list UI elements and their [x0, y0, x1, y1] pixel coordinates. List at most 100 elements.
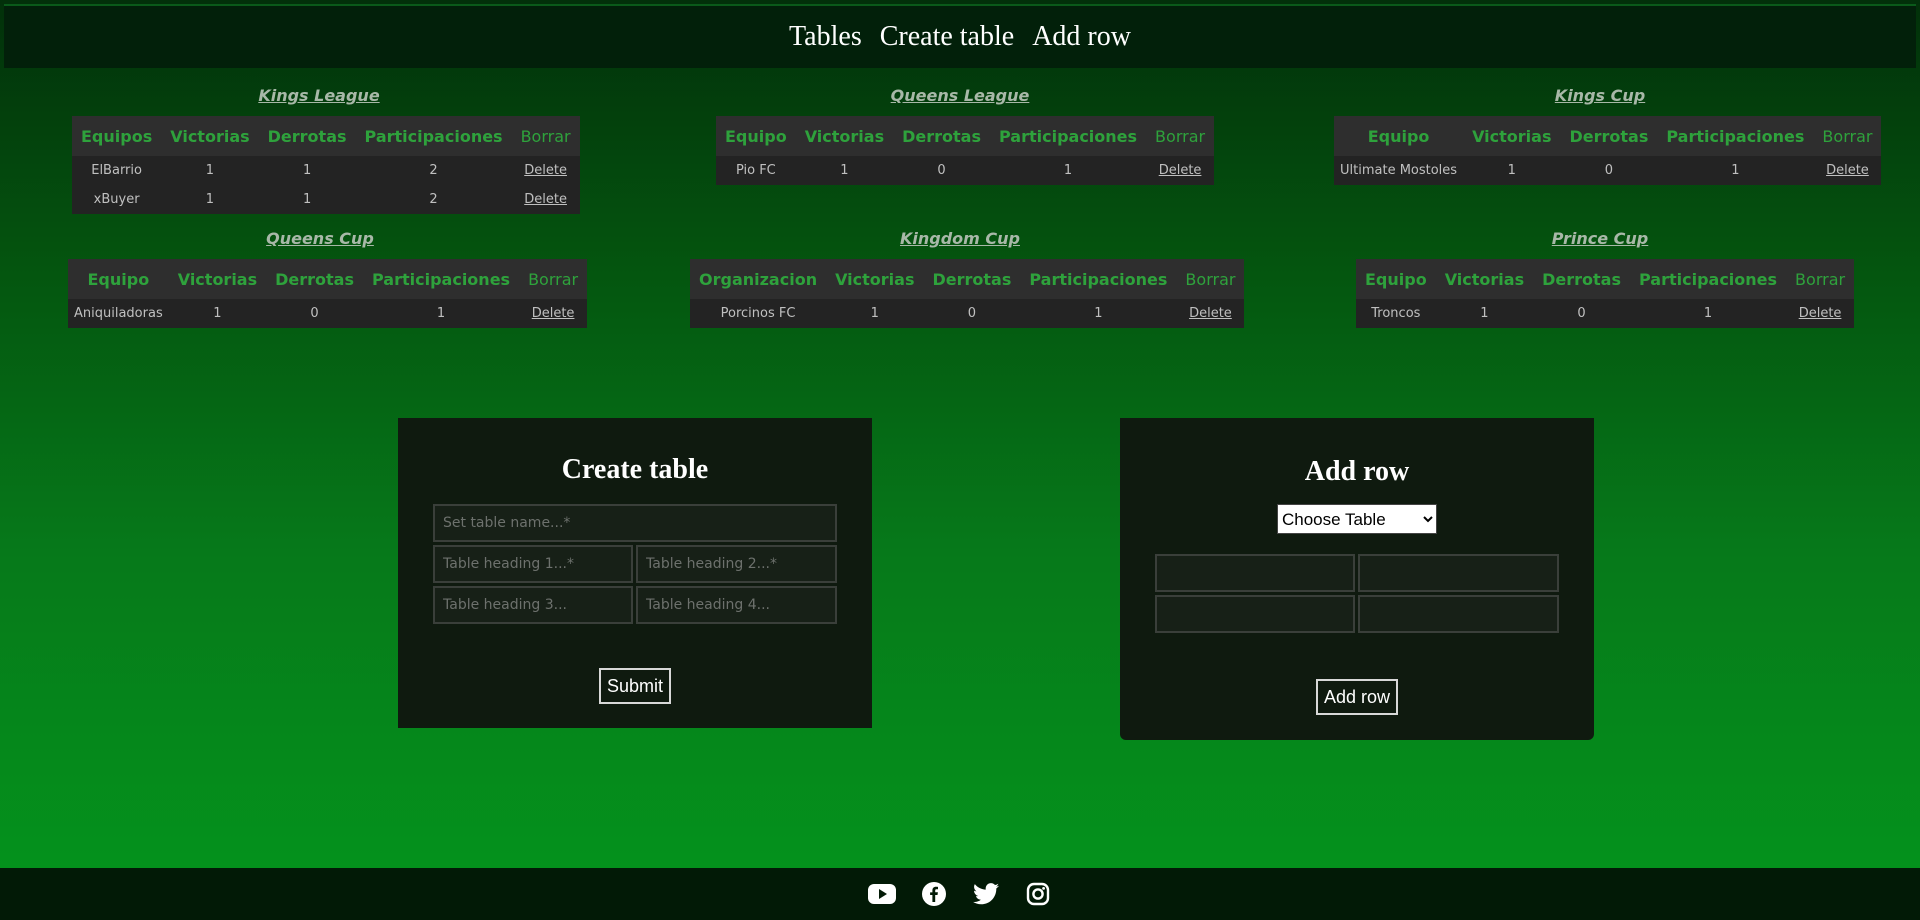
table-block-queens-league: Queens League Equipo Victorias Derrotas Part… — [716, 86, 1215, 185]
table-cell: xBuyer — [72, 185, 162, 214]
add-row-button[interactable]: Add row — [1315, 679, 1399, 715]
footer — [0, 868, 1920, 920]
row-cell-4-input[interactable] — [1358, 595, 1559, 633]
row-cell-2-input[interactable] — [1358, 554, 1559, 592]
column-header: Equipo — [1334, 116, 1464, 156]
column-header: Borrar — [1146, 116, 1215, 156]
table-row: Aniquiladoras 1 0 1 Delete — [68, 299, 588, 328]
column-header: Equipo — [1356, 259, 1436, 299]
delete-link[interactable]: Delete — [532, 306, 575, 321]
table-block-queens-cup: Queens Cup Equipo Victorias Derrotas Partici… — [68, 229, 588, 328]
queens-cup-table: Equipo Victorias Derrotas Participaciones Bo… — [68, 259, 588, 328]
column-header: Participaciones — [1020, 259, 1177, 299]
kingdom-cup-table: Organizacion Victorias Derrotas Participaci… — [690, 259, 1245, 328]
delete-link[interactable]: Delete — [1159, 163, 1202, 178]
table-cell: 2 — [355, 156, 512, 185]
table-heading-4-input[interactable] — [636, 586, 837, 624]
table-cell: 1 — [168, 299, 267, 328]
table-cell: 1 — [363, 299, 520, 328]
table-cell: Troncos — [1356, 299, 1436, 328]
table-cell: 1 — [1435, 299, 1534, 328]
column-header: Equipos — [72, 116, 162, 156]
table-row: Pio FC 1 0 1 Delete — [716, 156, 1215, 185]
kings-cup-table: Equipo Victorias Derrotas Participaciones Bo… — [1334, 116, 1882, 185]
column-header: Borrar — [511, 116, 580, 156]
twitter-icon[interactable] — [972, 880, 1000, 908]
delete-link[interactable]: Delete — [1799, 306, 1842, 321]
table-cell: 0 — [893, 156, 990, 185]
delete-cell: Delete — [519, 299, 588, 328]
table-cell: 1 — [161, 156, 259, 185]
youtube-icon[interactable] — [868, 880, 896, 908]
instagram-icon[interactable] — [1024, 880, 1052, 908]
delete-cell: Delete — [1176, 299, 1245, 328]
table-heading-3-input[interactable] — [433, 586, 633, 624]
nav-add-row-link[interactable]: Add row — [1032, 21, 1131, 53]
create-table-heading: Create table — [561, 454, 709, 485]
delete-cell: Delete — [511, 156, 580, 185]
table-row: ElBarrio 1 1 2 Delete — [72, 156, 580, 185]
column-header: Borrar — [1813, 116, 1882, 156]
kings-league-table: Equipos Victorias Derrotas Participaciones B… — [72, 116, 580, 214]
table-cell: Aniquiladoras — [68, 299, 169, 328]
table-cell: 1 — [1463, 156, 1561, 185]
column-header: Victorias — [1463, 116, 1561, 156]
column-header: Borrar — [1786, 259, 1855, 299]
facebook-icon[interactable] — [920, 880, 948, 908]
column-header: Victorias — [826, 259, 924, 299]
table-row: Porcinos FC 1 0 1 Delete — [690, 299, 1245, 328]
table-cell: Ultimate Mostoles — [1334, 156, 1464, 185]
column-header: Participaciones — [355, 116, 512, 156]
choose-table-select[interactable]: Choose Table — [1277, 504, 1437, 534]
queens-cup-title[interactable]: Queens Cup — [68, 229, 572, 249]
table-cell: 0 — [923, 299, 1021, 328]
delete-cell: Delete — [1786, 299, 1855, 328]
prince-cup-title[interactable]: Prince Cup — [1356, 229, 1844, 249]
add-row-heading: Add row — [1304, 456, 1410, 487]
submit-button[interactable]: Submit — [598, 668, 672, 704]
column-header: Victorias — [795, 116, 894, 156]
table-block-kings-league: Kings League Equipos Victorias Derrotas Part… — [72, 86, 580, 214]
kings-cup-title[interactable]: Kings Cup — [1334, 86, 1866, 106]
table-cell: 2 — [355, 185, 512, 214]
queens-league-title[interactable]: Queens League — [716, 86, 1204, 106]
table-cell: 0 — [266, 299, 363, 328]
column-header: Equipo — [68, 259, 169, 299]
kings-league-title[interactable]: Kings League — [72, 86, 566, 106]
table-cell: 1 — [1657, 156, 1814, 185]
table-heading-2-input[interactable] — [636, 545, 837, 583]
add-row-panel: Add row Choose Table Add row — [1120, 418, 1594, 740]
delete-link[interactable]: Delete — [1189, 306, 1232, 321]
delete-link[interactable]: Delete — [524, 192, 567, 207]
kingdom-cup-title[interactable]: Kingdom Cup — [690, 229, 1230, 249]
delete-link[interactable]: Delete — [1826, 163, 1869, 178]
table-header-row: Equipos Victorias Derrotas Participaciones B… — [72, 116, 580, 156]
table-block-kingdom-cup: Kingdom Cup Organizacion Victorias Derrotas… — [690, 229, 1245, 328]
table-block-kings-cup: Kings Cup Equipo Victorias Derrotas Particip… — [1334, 86, 1882, 185]
row-cell-1-input[interactable] — [1155, 554, 1355, 592]
delete-link[interactable]: Delete — [524, 163, 567, 178]
table-name-input[interactable] — [433, 504, 837, 542]
table-row: Troncos 1 0 1 Delete — [1356, 299, 1855, 328]
column-header: Victorias — [168, 259, 267, 299]
column-header: Derrotas — [258, 116, 356, 156]
table-cell: 0 — [1560, 156, 1658, 185]
table-heading-1-input[interactable] — [433, 545, 633, 583]
column-header: Participaciones — [363, 259, 520, 299]
create-table-panel: Create table Submit — [398, 418, 872, 728]
nav-tables-link[interactable]: Tables — [789, 21, 862, 53]
table-block-prince-cup: Prince Cup Equipo Victorias Derrotas Partici… — [1356, 229, 1855, 328]
column-header: Victorias — [1435, 259, 1534, 299]
column-header: Equipo — [716, 116, 796, 156]
delete-cell: Delete — [1146, 156, 1215, 185]
queens-league-table: Equipo Victorias Derrotas Participaciones Bo… — [716, 116, 1215, 185]
column-header: Victorias — [161, 116, 259, 156]
delete-cell: Delete — [1813, 156, 1882, 185]
table-header-row: Equipo Victorias Derrotas Participaciones Bo… — [716, 116, 1215, 156]
nav-create-table-link[interactable]: Create table — [880, 21, 1014, 53]
table-cell: 1 — [1020, 299, 1177, 328]
table-cell: 1 — [1629, 299, 1787, 328]
row-cell-3-input[interactable] — [1155, 595, 1355, 633]
table-row: xBuyer 1 1 2 Delete — [72, 185, 580, 214]
table-row: Ultimate Mostoles 1 0 1 Delete — [1334, 156, 1882, 185]
